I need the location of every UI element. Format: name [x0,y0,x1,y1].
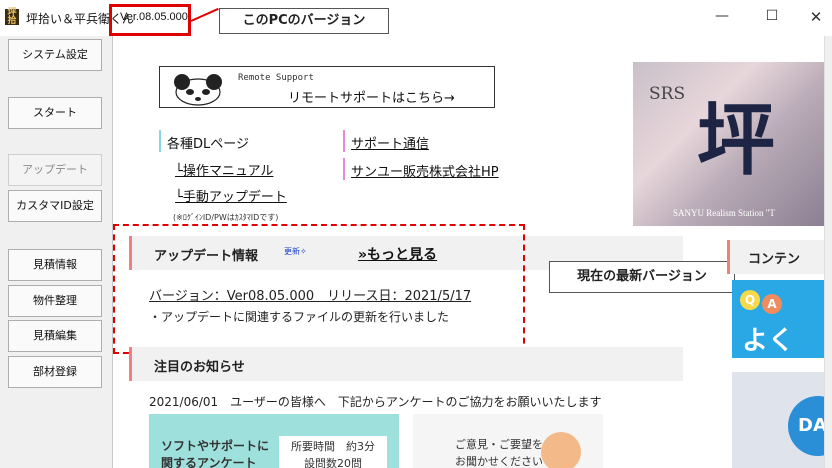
manual-link[interactable]: └操作マニュアル [175,160,273,179]
latest-version-highlight-box [113,224,525,354]
system-settings-button[interactable]: システム設定 [8,39,102,71]
manual-update-link[interactable]: └手動アップデート [175,186,287,205]
notice-item[interactable]: 2021/06/01 ユーザーの皆様へ 下記からアンケートのご協力をお願いいたし… [149,393,601,410]
faq-banner-text: よく [742,326,795,356]
survey-time-line: 所要時間 約3分 [291,440,375,453]
remote-support-link[interactable]: リモートサポートはこちら→ [288,87,455,106]
estimate-edit-button[interactable]: 見積編集 [8,320,102,352]
srs-subtitle: SANYU Realism Station "T [673,208,775,218]
latest-version-callout: 現在の最新バージョン [549,261,735,293]
update-button[interactable]: アップデート [8,154,102,186]
login-note: (※ﾛｸﾞｲﾝID/PWはｶｽﾀﾏIDです) [173,213,279,222]
close-button[interactable]: ✕ [804,8,828,26]
notice-header: 注目のお知らせ [129,347,683,381]
survey-time-box: 所要時間 約3分 設問数20問 [279,436,387,468]
main-content: Remote Support リモートサポートはこちら→ SRS 坪 SANYU… [113,36,824,468]
link-accent-bar [343,158,345,180]
link-accent-bar [159,130,161,152]
srs-kanji: 坪 [697,95,776,186]
estimate-info-button[interactable]: 見積情報 [8,249,102,281]
da-banner-text: DA [788,396,824,456]
pc-version-callout: このPCのバージョン [219,8,389,34]
opinion-line: お聞かせください [455,455,543,468]
remote-support-small-text: Remote Support [238,73,314,83]
minimize-button[interactable]: — [710,8,734,24]
notice-title: 注目のお知らせ [154,360,245,375]
operator-icon [541,432,581,468]
opinion-line: ご意見・ご要望を [455,438,543,451]
survey-banner[interactable]: ソフトやサポートに 関するアンケート 所要時間 約3分 設問数20問 [149,414,399,468]
survey-question-count: 設問数20問 [304,457,362,468]
vertical-scrollbar[interactable] [824,36,832,468]
faq-banner[interactable]: Q A よく [732,280,824,358]
opinion-banner[interactable]: ご意見・ご要望を お聞かせください [413,414,603,468]
version-highlight-box [109,4,191,36]
remote-support-banner[interactable]: Remote Support リモートサポートはこちら→ [159,66,495,108]
property-organize-button[interactable]: 物件整理 [8,285,102,317]
q-icon: Q [740,290,760,310]
opinion-banner-text: ご意見・ご要望を お聞かせください [455,436,543,468]
app-icon: 坪拾 [5,9,19,26]
content-header: コンテン [727,240,824,274]
dl-page-label: 各種DLページ [167,137,249,152]
company-hp-link[interactable]: サンユー販売株式会社HP [351,161,499,180]
survey-banner-text: ソフトやサポートに 関するアンケート [161,438,269,468]
customer-id-settings-button[interactable]: カスタマID設定 [8,190,102,222]
support-news-link[interactable]: サポート通信 [351,133,429,152]
da-banner[interactable]: DA [732,372,824,468]
start-button[interactable]: スタート [8,97,102,129]
srs-label: SRS [649,84,686,104]
link-accent-bar [343,130,345,152]
srs-logo-image: SRS 坪 SANYU Realism Station "T [633,62,824,226]
survey-banner-line: ソフトやサポートに [161,439,270,453]
survey-banner-line: 関するアンケート [161,456,257,468]
callout-pointer-line [190,7,219,22]
content-title: コンテン [748,252,801,267]
parts-register-button[interactable]: 部材登録 [8,356,102,388]
title-bar: 坪拾 坪拾い＆平兵衛くん Ver.08.05.000 このPCのバージョン — … [0,0,832,36]
sidebar: システム設定 スタート アップデート カスタマID設定 見積情報 物件整理 見積… [0,36,113,468]
maximize-button[interactable]: ☐ [760,8,784,24]
a-icon: A [762,294,782,314]
panda-icon [174,74,222,106]
